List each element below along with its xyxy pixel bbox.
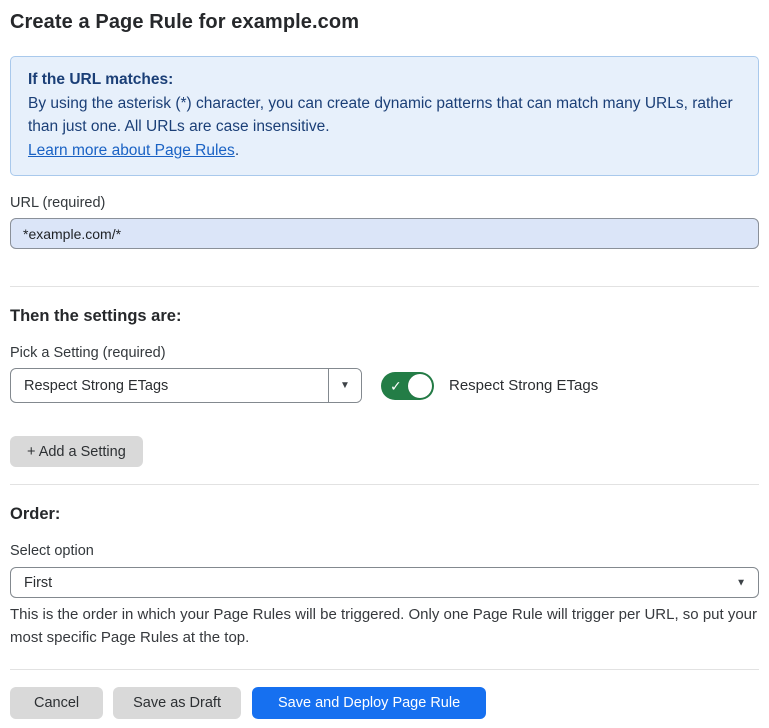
url-label: URL (required) bbox=[10, 195, 759, 211]
order-dropdown[interactable]: First ▼ bbox=[10, 567, 759, 598]
url-input[interactable] bbox=[10, 218, 759, 249]
footer-actions: Cancel Save as Draft Save and Deploy Pag… bbox=[10, 687, 759, 719]
check-icon: ✓ bbox=[390, 379, 402, 393]
section-divider bbox=[10, 484, 759, 485]
info-box-heading: If the URL matches: bbox=[28, 68, 741, 92]
info-box-body: By using the asterisk (*) character, you… bbox=[28, 92, 741, 139]
save-deploy-button[interactable]: Save and Deploy Page Rule bbox=[252, 687, 486, 719]
pick-setting-label: Pick a Setting (required) bbox=[10, 345, 759, 361]
settings-heading: Then the settings are: bbox=[10, 307, 759, 326]
etag-toggle[interactable]: ✓ bbox=[381, 372, 434, 400]
toggle-label: Respect Strong ETags bbox=[449, 377, 598, 394]
footer-divider bbox=[10, 669, 759, 670]
info-box-link-line: Learn more about Page Rules. bbox=[28, 139, 741, 163]
order-heading: Order: bbox=[10, 505, 759, 524]
page-title: Create a Page Rule for example.com bbox=[10, 10, 759, 35]
chevron-down-icon[interactable]: ▼ bbox=[328, 369, 361, 402]
order-help-text: This is the order in which your Page Rul… bbox=[10, 604, 759, 649]
save-draft-button[interactable]: Save as Draft bbox=[113, 687, 241, 719]
learn-more-link[interactable]: Learn more about Page Rules bbox=[28, 142, 235, 159]
page-rule-form: Create a Page Rule for example.com If th… bbox=[0, 10, 769, 719]
link-suffix: . bbox=[235, 142, 239, 159]
chevron-down-icon: ▼ bbox=[736, 577, 746, 588]
add-setting-button[interactable]: + Add a Setting bbox=[10, 436, 143, 467]
url-match-info-box: If the URL matches: By using the asteris… bbox=[10, 56, 759, 176]
select-option-label: Select option bbox=[10, 543, 759, 559]
order-dropdown-value: First bbox=[11, 575, 52, 591]
setting-dropdown-value: Respect Strong ETags bbox=[11, 369, 328, 402]
toggle-knob bbox=[408, 374, 432, 398]
setting-row: Respect Strong ETags ▼ ✓ Respect Strong … bbox=[10, 368, 759, 403]
cancel-button[interactable]: Cancel bbox=[10, 687, 103, 719]
setting-dropdown[interactable]: Respect Strong ETags ▼ bbox=[10, 368, 362, 403]
section-divider bbox=[10, 286, 759, 287]
